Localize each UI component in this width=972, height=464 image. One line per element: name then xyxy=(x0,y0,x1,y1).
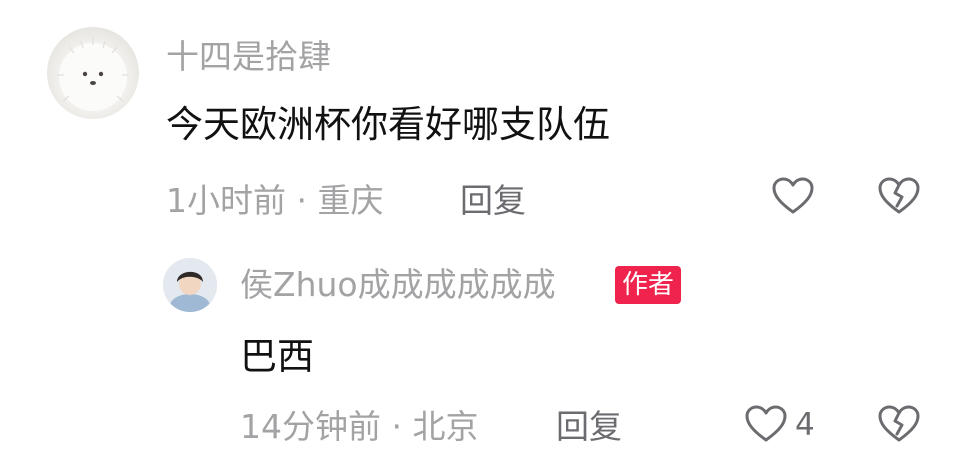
commenter-avatar[interactable] xyxy=(47,27,139,119)
comment-time-location: 1小时前 · 重庆 xyxy=(166,181,384,220)
author-badge: 作者 xyxy=(615,266,682,304)
heart-outline-icon[interactable] xyxy=(744,404,788,444)
reply-text: 巴西 xyxy=(240,335,314,378)
reply-like-count: 4 xyxy=(795,407,815,443)
broken-heart-outline-icon[interactable] xyxy=(877,404,921,444)
person-photo-avatar-icon xyxy=(163,258,217,312)
heart-outline-icon[interactable] xyxy=(771,176,815,216)
comment-text: 今天欧洲杯你看好哪支队伍 xyxy=(166,103,610,146)
comment-reply-button[interactable]: 回复 xyxy=(460,184,526,217)
replier-avatar[interactable] xyxy=(163,258,217,312)
replier-username[interactable]: 侯Zhuo成成成成成成 xyxy=(240,268,556,301)
broken-heart-outline-icon[interactable] xyxy=(877,176,921,216)
commenter-username[interactable]: 十四是拾肆 xyxy=(166,40,331,73)
reply-reply-button[interactable]: 回复 xyxy=(556,410,622,443)
fluffy-creature-avatar-icon xyxy=(57,37,129,111)
reply-time-location: 14分钟前 · 北京 xyxy=(240,407,479,446)
